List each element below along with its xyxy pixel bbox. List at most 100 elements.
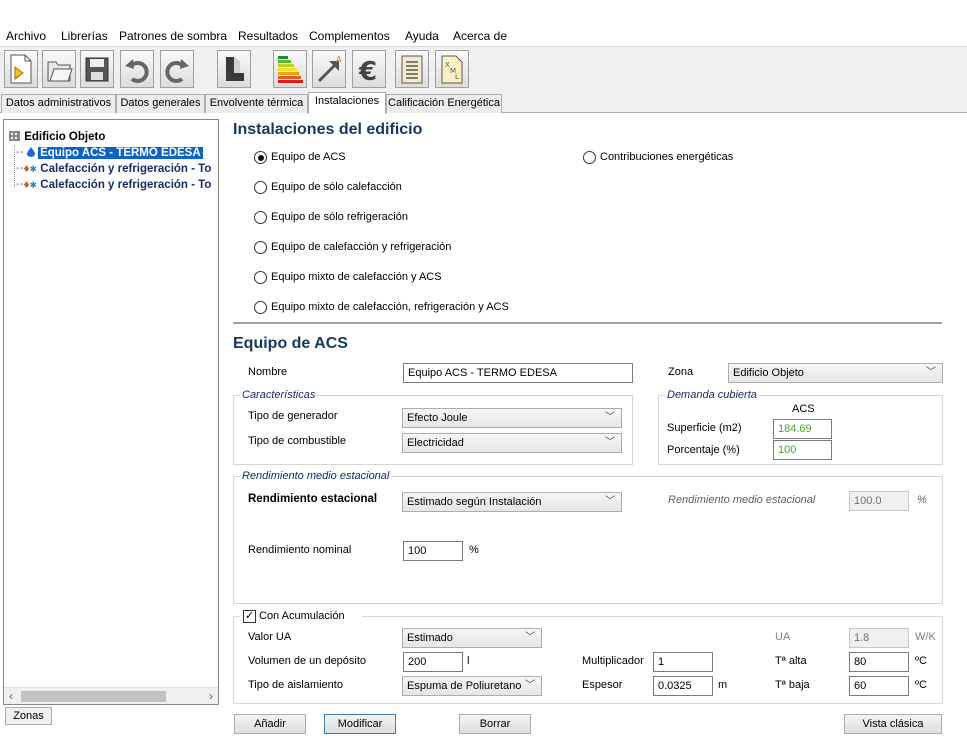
espesor-label: Espesor [582,679,623,691]
caracteristicas-title: Características [240,389,318,401]
radio-mixto-calefaccion-acs[interactable]: Equipo mixto de calefacción y ACS [254,270,442,286]
t-alta-label: Tª alta [775,655,807,667]
menu-complementos[interactable]: Complementos [309,29,390,43]
radio-equipo-acs[interactable]: Equipo de ACS [254,150,346,166]
t-baja-label: Tª baja [775,679,810,691]
tab-zonas[interactable]: Zonas [5,707,52,725]
zona-label: Zona [668,366,694,378]
menu-librerias[interactable]: Librerías [61,29,108,43]
euro-icon[interactable]: € [352,50,386,88]
volumen-input[interactable]: 200 [403,652,463,672]
tipo-generador-value: Efecto Joule [407,412,468,424]
rendimiento-nominal-unit: % [469,544,479,556]
menu-patrones-de-sombra[interactable]: Patrones de sombra [119,29,227,43]
save-icon[interactable] [80,50,114,88]
building-icon[interactable] [217,50,251,88]
ua-unit: W/K [915,631,936,643]
toolbar: A € XML [0,46,967,92]
content-area: Edificio Objeto ·· Equipo ACS - TERMO ED… [0,113,967,744]
rendimiento-estacional-value: Estimado según Instalación [407,496,542,508]
aislamiento-select[interactable]: Espuma de Poliuretano ﹀ [402,676,542,696]
scroll-right-icon[interactable]: › [209,688,213,704]
valor-ua-select[interactable]: Estimado ﹀ [402,628,542,648]
menu-ayuda[interactable]: Ayuda [405,29,439,43]
radio-contribuciones-energeticas[interactable]: Contribuciones energéticas [583,150,733,166]
radio-calefaccion-refrigeracion[interactable]: Equipo de calefacción y refrigeración [254,240,451,256]
superficie-label: Superficie (m2) [667,422,742,434]
espesor-unit: m [718,679,728,691]
chevron-down-icon: ﹀ [605,437,615,448]
tree-item-calefaccion-1[interactable]: ··♦✱ Calefacción y refrigeración - To [16,161,211,177]
superficie-input[interactable]: 184.69 [773,419,832,439]
xml-file-icon[interactable]: XML [435,50,469,88]
radio-mixto-cal-ref-acs[interactable]: Equipo mixto de calefacción, refrigeraci… [254,300,509,316]
menu-acerca-de[interactable]: Acerca de [453,29,507,43]
menu-archivo[interactable]: Archivo [6,29,46,43]
vista-clasica-button[interactable]: Vista clásica [844,714,942,734]
open-folder-icon[interactable] [42,50,76,88]
ua-label: UA [775,631,791,643]
acumulacion-title: Con Acumulación [259,610,345,622]
borrar-button[interactable]: Borrar [459,714,531,734]
modificar-button[interactable]: Modificar [324,714,396,734]
ua-input: 1.8 [849,628,909,648]
chevron-down-icon: ﹀ [525,680,535,691]
radio-solo-refrigeracion[interactable]: Equipo de sólo refrigeración [254,210,408,226]
chevron-down-icon: ﹀ [525,632,535,643]
svg-text:L: L [455,73,459,81]
tipo-generador-label: Tipo de generador [248,410,338,422]
tree-item-acs[interactable]: ·· Equipo ACS - TERMO EDESA [16,145,203,161]
tree-item-label: Calefacción y refrigeración - To [40,179,212,191]
t-baja-input[interactable]: 60 [849,676,909,696]
rendimiento-medio-label: Rendimiento medio estacional [668,494,816,506]
tab-datos-administrativos[interactable]: Datos administrativos [1,94,116,113]
building-tree: Edificio Objeto ·· Equipo ACS - TERMO ED… [3,119,219,705]
tipo-combustible-select[interactable]: Electricidad ﹀ [402,433,622,453]
tipo-generador-select[interactable]: Efecto Joule ﹀ [402,408,622,428]
scroll-left-icon[interactable]: ‹ [9,688,13,704]
rendimiento-title: Rendimiento medio estacional [240,470,392,482]
undo-icon[interactable] [120,50,154,88]
tree-root[interactable]: Edificio Objeto [8,129,105,145]
tab-envolvente-termica[interactable]: Envolvente térmica [205,94,308,113]
t-alta-input[interactable]: 80 [849,652,909,672]
espesor-input[interactable]: 0.0325 [653,676,713,696]
menu-resultados[interactable]: Resultados [238,29,298,43]
new-file-icon[interactable] [4,50,38,88]
t-alta-unit: ºC [915,655,927,667]
radio-solo-calefaccion[interactable]: Equipo de sólo calefacción [254,180,402,196]
report-icon[interactable] [395,50,429,88]
scroll-thumb[interactable] [21,691,166,702]
t-baja-unit: ºC [915,679,927,691]
rendimiento-nominal-label: Rendimiento nominal [248,544,352,556]
tab-datos-generales[interactable]: Datos generales [116,94,205,113]
water-drop-icon [26,147,35,157]
multiplicador-label: Multiplicador [582,655,644,667]
demanda-col-acs: ACS [792,403,815,415]
tree-item-calefaccion-2[interactable]: ··♦✱ Calefacción y refrigeración - To [16,177,211,193]
redo-icon[interactable] [160,50,194,88]
valor-ua-label: Valor UA [248,631,292,643]
section-title-instalaciones: Instalaciones del edificio [233,121,423,138]
rendimiento-estacional-label: Rendimiento estacional [248,493,378,505]
porcentaje-input[interactable]: 100 [773,440,832,460]
multiplicador-input[interactable]: 1 [653,652,713,672]
improvement-arrow-icon[interactable]: A [312,50,346,88]
menu-bar: Archivo Librerías Patrones de sombra Res… [0,0,967,46]
anadir-button[interactable]: Añadir [234,714,306,734]
porcentaje-label: Porcentaje (%) [667,444,740,456]
tab-calificacion-energetica[interactable]: Calificación Energética [386,94,502,113]
tree-item-label: Calefacción y refrigeración - To [40,163,212,175]
tree-line [14,145,15,187]
tipo-combustible-label: Tipo de combustible [248,435,347,447]
rendimiento-nominal-input[interactable]: 100 [403,541,463,561]
rendimiento-estacional-select[interactable]: Estimado según Instalación ﹀ [402,492,622,512]
tree-horizontal-scrollbar[interactable]: ‹ › [4,687,218,704]
acumulacion-checkbox[interactable]: ✓ [243,610,256,623]
zona-select[interactable]: Edificio Objeto ﹀ [728,363,943,383]
nombre-input[interactable]: Equipo ACS - TERMO EDESA [403,363,633,383]
tab-instalaciones[interactable]: Instalaciones [308,92,386,114]
energy-rating-icon[interactable] [273,50,307,88]
demanda-title: Demanda cubierta [665,389,759,401]
section-title-equipo: Equipo de ACS [233,335,348,352]
